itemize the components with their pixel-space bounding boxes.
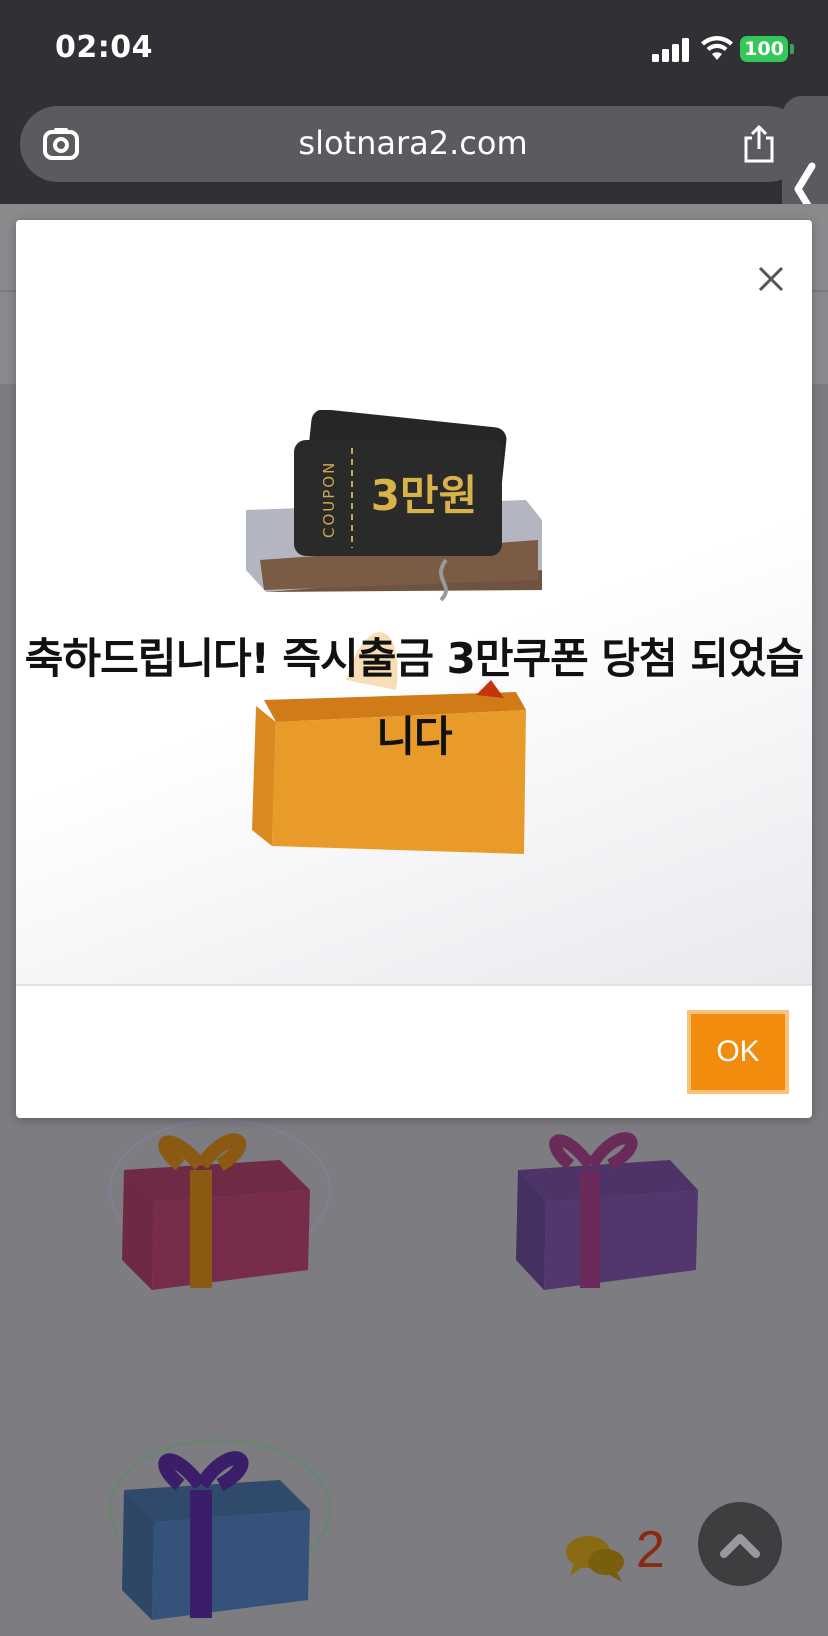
- browser-toolbar: slotnara2.com: [0, 100, 828, 204]
- modal-divider: [16, 984, 812, 986]
- congratulations-message: 축하드립니다! 즉시출금 3만쿠폰 당첨 되었습니다: [24, 634, 804, 761]
- coupon-label: COUPON: [320, 461, 338, 538]
- battery-level: 100: [740, 36, 788, 62]
- battery-icon: 100: [740, 36, 794, 62]
- status-bar: 02:04 100: [0, 0, 828, 100]
- address-bar[interactable]: slotnara2.com: [20, 106, 806, 182]
- scroll-top-button[interactable]: [698, 1502, 782, 1586]
- share-icon[interactable]: [742, 124, 776, 164]
- ok-button[interactable]: OK: [687, 1010, 789, 1094]
- coupon-modal: COUPON 3만원 축하드립니다! 즉시출금 3만쿠폰 당첨 되었습니다 OK: [16, 220, 812, 1118]
- modal-content: COUPON 3만원 축하드립니다! 즉시출금 3만쿠폰 당첨 되었습니다: [16, 220, 812, 984]
- url-text[interactable]: slotnara2.com: [20, 124, 806, 162]
- red-gift-icon[interactable]: [90, 1110, 350, 1310]
- chat-icon[interactable]: [564, 1532, 626, 1584]
- status-time: 02:04: [55, 30, 153, 65]
- cellular-signal-icon: [652, 38, 690, 62]
- coupon-amount: 3만원: [371, 471, 478, 520]
- purple-gift-icon[interactable]: [480, 1110, 740, 1310]
- wifi-icon: [701, 36, 733, 60]
- chat-count[interactable]: 2: [636, 1520, 665, 1580]
- blue-gift-icon[interactable]: [90, 1430, 350, 1630]
- chevron-up-icon: [720, 1534, 760, 1558]
- close-icon[interactable]: [754, 262, 788, 296]
